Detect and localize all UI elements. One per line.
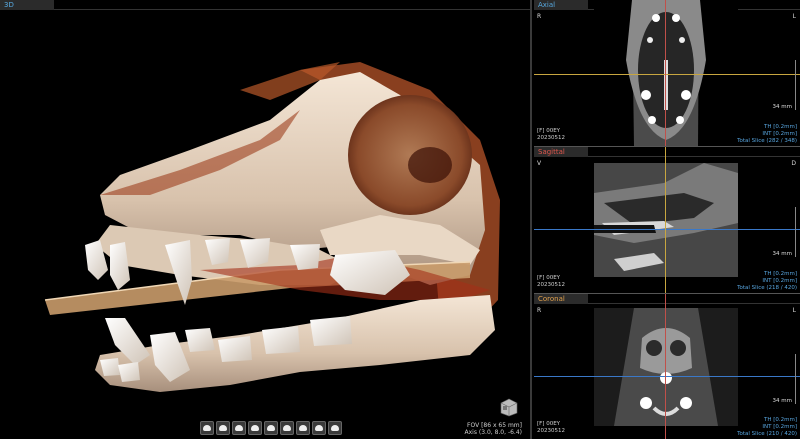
axial-scale-bar xyxy=(795,60,796,110)
axial-total-slice: Total Slice (282 / 348) xyxy=(737,138,797,144)
sagittal-total-slice: Total Slice (218 / 420) xyxy=(737,285,797,291)
sagittal-slice-image[interactable] xyxy=(594,163,738,277)
coronal-patient-id: [F] 00EY xyxy=(537,421,561,427)
coronal-total-slice: Total Slice (210 / 420) xyxy=(737,431,797,437)
axial-interval: INT [0.2mm] xyxy=(762,131,797,137)
view-preset-6-icon[interactable] xyxy=(280,421,294,435)
view-preset-8-icon[interactable] xyxy=(312,421,326,435)
fov-info: FOV [86 x 65 mm] Axis (3.0, 8.0, -6.4) xyxy=(465,422,522,436)
viewport-coronal[interactable]: Coronal R L 34 mm [F] 00EY 20230512 TH [… xyxy=(534,294,800,439)
axial-thickness: TH [0.2mm] xyxy=(764,124,797,130)
coronal-thickness: TH [0.2mm] xyxy=(764,417,797,423)
viewport-axial-tab[interactable]: Axial xyxy=(534,0,588,10)
axial-info-right: TH [0.2mm] INT [0.2mm] Total Slice (282 … xyxy=(737,124,797,145)
orient-left: V xyxy=(537,160,542,167)
orient-right: L xyxy=(792,13,796,20)
sagittal-thickness: TH [0.2mm] xyxy=(764,271,797,277)
coronal-info-right: TH [0.2mm] INT [0.2mm] Total Slice (210 … xyxy=(737,417,797,438)
orientation-cube-icon[interactable] xyxy=(498,397,520,417)
sagittal-info-left: [F] 00EY 20230512 xyxy=(537,275,565,289)
sagittal-scale-bar xyxy=(795,207,796,257)
sagittal-patient-id: [F] 00EY xyxy=(537,275,561,281)
viewport-sagittal-tab[interactable]: Sagittal xyxy=(534,147,588,157)
coronal-interval: INT [0.2mm] xyxy=(762,424,797,430)
orient-right: L xyxy=(792,307,796,314)
view-preset-4-icon[interactable] xyxy=(248,421,262,435)
view-preset-7-icon[interactable] xyxy=(296,421,310,435)
axial-patient-id: [F] 00EY xyxy=(537,128,561,134)
fov-axis: Axis (3.0, 8.0, -6.4) xyxy=(464,429,522,436)
fov-size: FOV [86 x 65 mm] xyxy=(467,422,522,429)
sagittal-crosshair-horizontal[interactable] xyxy=(534,229,800,230)
sagittal-info-right: TH [0.2mm] INT [0.2mm] Total Slice (218 … xyxy=(737,271,797,292)
coronal-crosshair-vertical[interactable] xyxy=(665,294,666,439)
axial-info-left: [F] 00EY 20230512 xyxy=(537,128,565,142)
view-preset-1-icon[interactable] xyxy=(200,421,214,435)
axial-crosshair-horizontal[interactable] xyxy=(534,74,800,75)
viewport-sagittal-tab-line xyxy=(588,156,800,157)
orient-right: D xyxy=(791,160,796,167)
viewport-coronal-tab-line xyxy=(588,303,800,304)
axial-scale-label: 34 mm xyxy=(772,104,792,110)
viewport-3d[interactable]: 3D FOV [86 x 65 mm] Axis (3.0, 8.0, -6.4… xyxy=(0,0,532,439)
sagittal-crosshair-vertical[interactable] xyxy=(665,147,666,293)
viewport-axial[interactable]: Axial R L 34 mm [F] 00EY 20230512 TH [0.… xyxy=(534,0,800,146)
axial-crosshair-vertical[interactable] xyxy=(665,0,666,146)
sagittal-study-date: 20230512 xyxy=(537,282,565,288)
coronal-slice-image[interactable] xyxy=(594,308,738,426)
orient-left: R xyxy=(537,307,542,314)
view-preset-5-icon[interactable] xyxy=(264,421,278,435)
orient-left: R xyxy=(537,13,542,20)
sagittal-interval: INT [0.2mm] xyxy=(762,278,797,284)
coronal-scale-label: 34 mm xyxy=(772,398,792,404)
axial-study-date: 20230512 xyxy=(537,135,565,141)
viewport-coronal-tab[interactable]: Coronal xyxy=(534,294,588,304)
viewport-sagittal[interactable]: Sagittal V D 34 mm [F] 00EY 20230512 TH … xyxy=(534,147,800,293)
view-preset-toolbar xyxy=(200,421,342,435)
view-preset-9-icon[interactable] xyxy=(328,421,342,435)
skull-3d-render[interactable] xyxy=(0,0,532,439)
coronal-info-left: [F] 00EY 20230512 xyxy=(537,421,565,435)
sagittal-scale-label: 34 mm xyxy=(772,251,792,257)
coronal-scale-bar xyxy=(795,354,796,404)
view-preset-3-icon[interactable] xyxy=(232,421,246,435)
coronal-study-date: 20230512 xyxy=(537,428,565,434)
coronal-crosshair-horizontal[interactable] xyxy=(534,376,800,377)
axial-slice-image[interactable] xyxy=(594,0,738,146)
view-preset-2-icon[interactable] xyxy=(216,421,230,435)
